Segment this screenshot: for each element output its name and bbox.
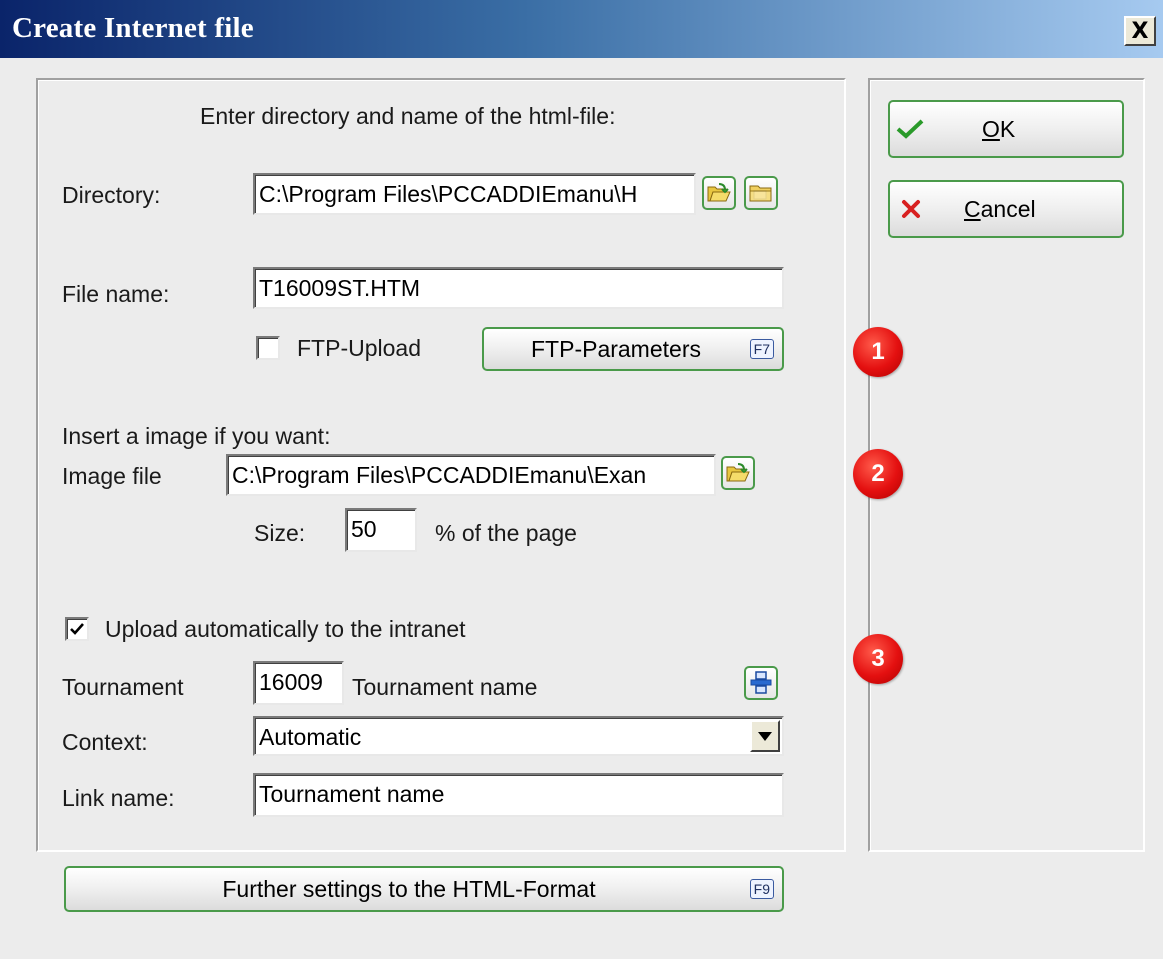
- image-file-label: Image file: [62, 463, 162, 489]
- image-section-label: Insert a image if you want:: [62, 423, 331, 449]
- folder-open-icon: [726, 463, 750, 482]
- ftp-parameters-label: FTP-Parameters: [531, 335, 701, 362]
- dropdown-button[interactable]: [750, 720, 780, 752]
- marker-3: 3: [853, 634, 903, 684]
- tournament-id-input[interactable]: 16009: [253, 661, 344, 705]
- browse-image-button[interactable]: [721, 456, 755, 490]
- image-file-input[interactable]: C:\Program Files\PCCADDIEmanu\Exan: [226, 454, 716, 496]
- f7-key-icon: F7: [749, 339, 774, 359]
- directory-label: Directory:: [62, 182, 161, 208]
- chevron-down-icon: [758, 731, 772, 741]
- file-name-input[interactable]: T16009ST.HTM: [253, 267, 784, 309]
- checkmark-icon: [896, 119, 924, 139]
- ftp-upload-checkbox[interactable]: [256, 336, 280, 360]
- size-input[interactable]: 50: [345, 508, 417, 552]
- cancel-button[interactable]: Cancel: [888, 180, 1124, 238]
- upload-intranet-checkbox[interactable]: [65, 617, 89, 641]
- heading-label: Enter directory and name of the html-fil…: [200, 103, 616, 129]
- close-icon: [902, 200, 920, 218]
- folder-open-icon: [707, 183, 731, 202]
- close-button[interactable]: X: [1124, 16, 1156, 46]
- folder-icon: [749, 185, 772, 202]
- ftp-upload-label: FTP-Upload: [297, 335, 421, 361]
- upload-intranet-label: Upload automatically to the intranet: [105, 616, 466, 642]
- size-suffix-label: % of the page: [435, 520, 577, 546]
- title-bar: Create Internet file X: [0, 0, 1163, 58]
- tournament-name-label: Tournament name: [352, 674, 538, 700]
- checkmark-icon: [70, 623, 84, 635]
- directory-input[interactable]: C:\Program Files\PCCADDIEmanu\H: [253, 173, 696, 215]
- ok-button[interactable]: OK: [888, 100, 1124, 158]
- link-name-input[interactable]: Tournament name: [253, 773, 784, 817]
- marker-1: 1: [853, 327, 903, 377]
- link-name-label: Link name:: [62, 785, 175, 811]
- tournament-label: Tournament: [62, 674, 184, 700]
- marker-2: 2: [853, 449, 903, 499]
- further-settings-label: Further settings to the HTML-Format: [222, 875, 596, 902]
- list-icon: [750, 671, 772, 694]
- size-label: Size:: [254, 520, 306, 546]
- context-label: Context:: [62, 729, 148, 755]
- close-icon: X: [1131, 18, 1149, 44]
- f9-key-icon: F9: [749, 879, 774, 899]
- file-name-label: File name:: [62, 281, 170, 307]
- window-title: Create Internet file: [12, 12, 254, 44]
- context-value: Automatic: [259, 724, 362, 750]
- ftp-parameters-button[interactable]: FTP-Parameters F7: [482, 327, 784, 371]
- cancel-label: Cancel: [964, 195, 1036, 222]
- context-select[interactable]: Automatic: [253, 716, 784, 756]
- ok-label: OK: [982, 115, 1016, 142]
- browse-directory-button[interactable]: [702, 176, 736, 210]
- tournament-lookup-button[interactable]: [744, 666, 778, 700]
- further-settings-button[interactable]: Further settings to the HTML-Format F9: [64, 866, 784, 912]
- explore-directory-button[interactable]: [744, 176, 778, 210]
